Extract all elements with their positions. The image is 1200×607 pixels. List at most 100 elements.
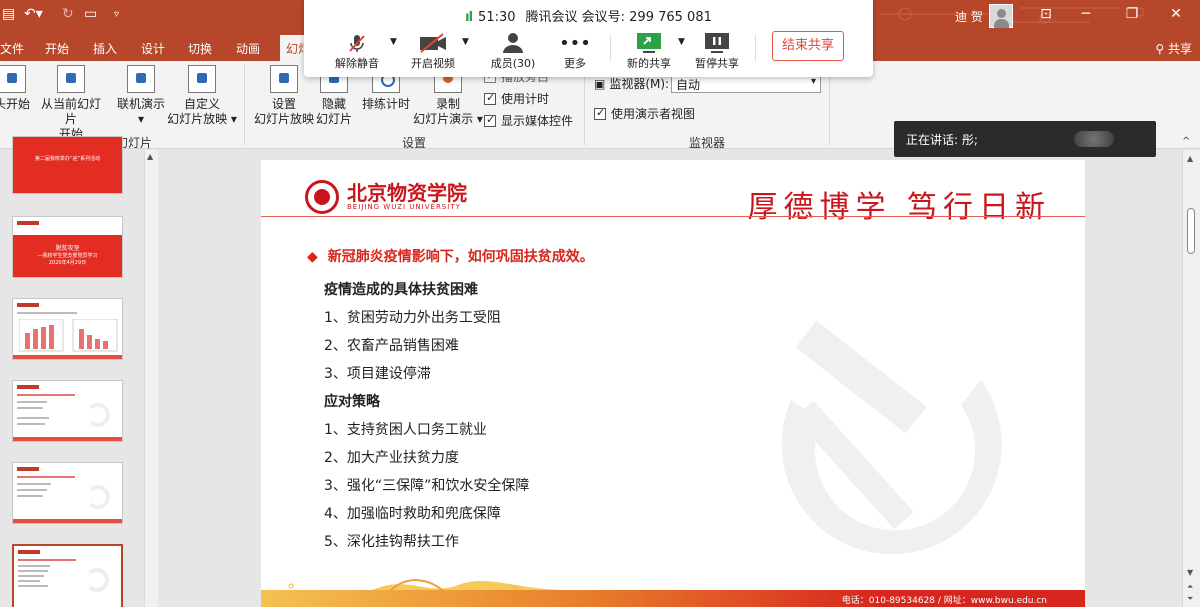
scroll-thumb[interactable] <box>1187 208 1195 254</box>
user-name[interactable]: 迪 贺 <box>955 8 983 25</box>
new-share-button[interactable]: 新的共享 <box>614 31 684 71</box>
slide-thumbnail-selected[interactable] <box>12 544 123 607</box>
scroll-up-icon[interactable]: ▲ <box>1187 154 1193 163</box>
slide-thumbnail[interactable] <box>12 380 123 442</box>
unmute-button[interactable]: 解除静音 <box>322 31 392 71</box>
save-icon[interactable]: ▤ <box>2 6 15 22</box>
mute-options-caret[interactable]: ▼ <box>390 37 397 47</box>
undo-icon[interactable]: ↶▾ <box>24 6 43 22</box>
meeting-toolbar: ıl 51:30 腾讯会议 会议号: 299 765 081 解除静音 ▼ 开启视频… <box>304 0 873 77</box>
pause-share-button[interactable]: 暂停共享 <box>682 31 752 71</box>
thumbnail-footer <box>13 437 122 441</box>
slide-thumbnail[interactable] <box>12 298 123 360</box>
thumbnail-text <box>18 585 48 587</box>
slide-line: 3、强化“三保障”和饮水安全保障 <box>324 478 530 494</box>
record-label-2: 幻灯片演示 ▾ <box>413 112 483 126</box>
slide-line: 2、农畜产品销售困难 <box>324 338 459 354</box>
tab-insert[interactable]: 插入 <box>93 40 117 57</box>
thumbnail-subtitle: —我校学生党支部党员学习 <box>37 253 98 259</box>
video-options-caret[interactable]: ▼ <box>462 37 469 47</box>
checkbox-icon <box>594 106 606 120</box>
present-online-button[interactable]: 联机演示 ▾ <box>114 65 168 127</box>
previous-slide-icon[interactable]: ⏶ <box>1187 582 1193 592</box>
use-timings-checkbox[interactable]: 使用计时 <box>484 90 549 107</box>
setup-icon <box>270 65 298 93</box>
thumbnail-text <box>17 483 51 485</box>
show-media-controls-checkbox[interactable]: 显示媒体控件 <box>484 112 573 129</box>
start-video-button[interactable]: 开启视频 <box>398 31 468 71</box>
end-share-button[interactable]: 结束共享 <box>772 31 844 61</box>
thumbnail-text <box>17 394 75 396</box>
toolbar-separator <box>755 35 756 61</box>
footer-contact: 电话：010-89534628 / 网址：www.bwu.edu.cn <box>841 596 1047 606</box>
slide-canvas[interactable]: 北京物资学院 BEIJING WUZI UNIVERSITY 厚德博学 笃行日新… <box>261 160 1085 607</box>
slide-thumbnail[interactable]: 脱贫攻坚 —我校学生党支部党员学习 2020年4月29日 <box>12 216 123 278</box>
close-icon[interactable]: ✕ <box>1166 6 1186 22</box>
tab-animations[interactable]: 动画 <box>236 40 260 57</box>
presenter-view-checkbox[interactable]: 使用演示者视图 <box>594 105 695 122</box>
globe-icon <box>127 65 155 93</box>
present-online-caret: ▾ <box>137 112 145 126</box>
share-button[interactable]: ⚲ 共享 <box>1155 40 1192 57</box>
camera-off-icon <box>398 31 468 55</box>
thumbnail-watermark <box>86 403 110 427</box>
slide-thumbnail[interactable]: 第二届我校举办“迎”系列活动 <box>12 136 123 194</box>
use-timings-label: 使用计时 <box>501 92 550 106</box>
from-beginning-button[interactable]: 头开始 <box>0 65 36 112</box>
avatar[interactable] <box>989 4 1013 28</box>
tab-transitions[interactable]: 切换 <box>188 40 212 57</box>
motto: 厚德博学 笃行日新 <box>747 190 1051 225</box>
thumbnail-scrollbar[interactable]: ▲ <box>144 150 158 607</box>
custom-slideshow-button[interactable]: 自定义 幻灯片放映 ▾ <box>166 65 238 127</box>
customize-qat-icon[interactable]: ▿ <box>114 9 119 20</box>
custom-slideshow-label-2: 幻灯片放映 ▾ <box>167 112 237 126</box>
tab-home[interactable]: 开始 <box>45 40 69 57</box>
more-label: 更多 <box>564 57 586 70</box>
mic-muted-icon <box>322 31 392 55</box>
thumbnail-footer <box>13 519 122 523</box>
meeting-info: ıl 51:30 腾讯会议 会议号: 299 765 081 <box>304 6 873 25</box>
scroll-up-icon[interactable]: ▲ <box>147 152 153 161</box>
from-current-button[interactable]: 从当前幻灯片 开始 <box>36 65 106 142</box>
collapse-ribbon-icon[interactable]: ^ <box>1182 136 1190 147</box>
slide-scrollbar[interactable]: ▲ ▼ ⏶ ⏷ <box>1182 150 1200 607</box>
chevron-down-icon: ▾ <box>810 76 816 87</box>
redo-icon[interactable]: ↻ <box>62 6 74 22</box>
next-slide-icon[interactable]: ⏷ <box>1187 594 1193 604</box>
slide-line: 4、加强临时救助和兜底保障 <box>324 506 501 522</box>
tab-design[interactable]: 设计 <box>141 40 165 57</box>
speaker-label: 正在讲话: 彤; <box>906 133 978 147</box>
thumbnail-charts <box>19 319 118 352</box>
play-current-icon <box>57 65 85 93</box>
ribbon-display-icon[interactable]: ⊡ <box>1036 6 1056 22</box>
minimize-icon[interactable]: ─ <box>1076 6 1096 22</box>
present-online-label: 联机演示 <box>116 97 165 111</box>
slide-line: 5、深化挂钩帮扶工作 <box>324 534 459 550</box>
tab-file[interactable]: 文件 <box>0 40 24 57</box>
from-current-label: 从当前幻灯片 <box>40 97 101 126</box>
thumbnail-text <box>18 565 50 567</box>
thumbnail-logo <box>17 303 39 307</box>
hammer-sickle-watermark <box>781 320 1002 555</box>
university-logo: 北京物资学院 BEIJING WUZI UNIVERSITY <box>305 180 467 214</box>
scroll-down-icon[interactable]: ▼ <box>1187 568 1193 577</box>
members-button[interactable]: 成员(30) <box>478 31 548 71</box>
slide-thumbnail[interactable] <box>12 462 123 524</box>
restore-icon[interactable]: ❐ <box>1122 6 1142 22</box>
monitor-label: 监视器(M): <box>609 77 670 91</box>
slideshow-icon[interactable]: ▭ <box>84 6 97 22</box>
new-share-label: 新的共享 <box>627 57 671 70</box>
thumbnail-text <box>17 401 47 403</box>
logo-english: BEIJING WUZI UNIVERSITY <box>347 203 461 211</box>
thumbnail-text <box>18 580 40 582</box>
meeting-time: 51:30 <box>478 10 516 25</box>
slide-line: 应对策略 <box>324 394 380 410</box>
thumbnail-text <box>17 489 47 491</box>
thumbnail-text <box>18 559 76 561</box>
checkbox-icon <box>484 91 496 105</box>
show-media-controls-label: 显示媒体控件 <box>501 114 574 128</box>
more-button[interactable]: ••• 更多 <box>540 31 610 71</box>
thumbnail-footer <box>13 355 122 359</box>
thumbnail-text <box>18 570 48 572</box>
slide-heading-text: 新冠肺炎疫情影响下，如何巩固扶贫成效。 <box>327 249 594 265</box>
